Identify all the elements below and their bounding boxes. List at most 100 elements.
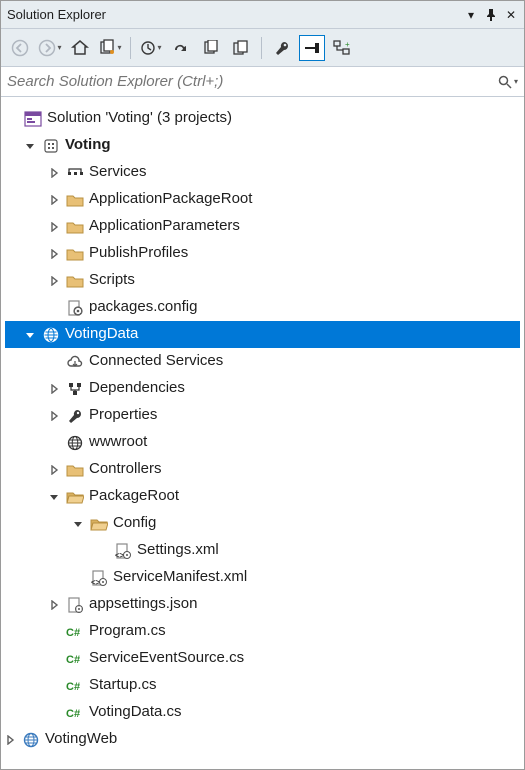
tree-item[interactable]: Controllers <box>5 456 520 483</box>
close-icon[interactable]: ✕ <box>504 8 518 22</box>
tree-item[interactable]: PackageRoot <box>5 483 520 510</box>
switch-views-button[interactable]: ▾ <box>97 35 123 61</box>
sync-button[interactable] <box>168 35 194 61</box>
pending-changes-filter-button[interactable]: ▾ <box>138 35 164 61</box>
nav-back-button[interactable] <box>7 35 33 61</box>
tree-item-label: wwwroot <box>89 434 155 451</box>
tree-item[interactable]: <>Settings.xml <box>5 537 520 564</box>
tree-item[interactable]: Connected Services <box>5 348 520 375</box>
expand-arrow-icon[interactable] <box>49 384 65 394</box>
toolbar: ▾ ▾ ▾ + <box>1 29 524 67</box>
toolbar-separator <box>130 37 131 59</box>
wrench-icon <box>65 406 85 426</box>
expand-arrow-icon[interactable] <box>5 735 21 745</box>
expand-arrow-icon[interactable] <box>49 195 65 205</box>
tree-item[interactable]: Services <box>5 159 520 186</box>
home-button[interactable] <box>67 35 93 61</box>
tree-item[interactable]: C#Startup.cs <box>5 672 520 699</box>
svg-text:+: + <box>345 40 350 49</box>
tree-item-label: Scripts <box>89 272 143 289</box>
toolbar-separator <box>261 37 262 59</box>
web-project-icon <box>21 730 41 750</box>
tree-item[interactable]: C# ServiceEventSource.cs <box>5 645 520 672</box>
tree-item[interactable]: ApplicationParameters <box>5 213 520 240</box>
show-all-files-button[interactable] <box>228 35 254 61</box>
deps-icon <box>65 379 85 399</box>
tree-item-label: ApplicationPackageRoot <box>89 191 260 208</box>
tree-item[interactable]: VotingData <box>5 321 520 348</box>
tree-item-label: ServiceEventSource.cs <box>89 650 252 667</box>
cs-icon: C# <box>65 676 85 696</box>
tree-item[interactable]: <>ServiceManifest.xml <box>5 564 520 591</box>
folder-icon <box>65 460 85 480</box>
tree-item-label: ServiceManifest.xml <box>113 569 255 586</box>
solution-icon <box>23 109 43 129</box>
config-icon <box>65 298 85 318</box>
search-icon[interactable]: ▾ <box>498 75 518 89</box>
tree-item-label: VotingData.cs <box>89 704 190 721</box>
tree-item[interactable]: Properties <box>5 402 520 429</box>
tree-item-label: VotingData <box>65 326 146 343</box>
tree-item[interactable]: C# VotingData.cs <box>5 699 520 726</box>
tree-item-label: Config <box>113 515 164 532</box>
tree-item-label: Settings.xml <box>137 542 227 559</box>
tree-item[interactable]: C# Program.cs <box>5 618 520 645</box>
tree-item-label: packages.config <box>89 299 205 316</box>
collapse-arrow-icon[interactable] <box>25 141 41 151</box>
panel-title: Solution Explorer <box>7 7 464 22</box>
tree-item[interactable]: Voting <box>5 132 520 159</box>
tree-item-label: Connected Services <box>89 353 231 370</box>
xml-icon: <> <box>89 568 109 588</box>
tree-item[interactable]: Scripts <box>5 267 520 294</box>
folder-icon <box>65 190 85 210</box>
tree-item[interactable]: Config <box>5 510 520 537</box>
titlebar: Solution Explorer ▾ ✕ <box>1 1 524 29</box>
expand-arrow-icon[interactable] <box>49 276 65 286</box>
folder-icon <box>65 217 85 237</box>
svg-text:C#: C# <box>66 627 80 639</box>
svg-text:C#: C# <box>66 708 80 720</box>
folder-open-icon <box>89 514 109 534</box>
expand-arrow-icon[interactable] <box>49 465 65 475</box>
expand-arrow-icon[interactable] <box>49 222 65 232</box>
folder-open-icon <box>65 487 85 507</box>
preview-selected-items-button[interactable] <box>299 35 325 61</box>
expand-arrow-icon[interactable] <box>49 411 65 421</box>
tree-item-label: Properties <box>89 407 165 424</box>
tree-item-label: VotingWeb <box>45 731 125 748</box>
svg-text:C#: C# <box>66 654 80 666</box>
solution-tree[interactable]: Solution 'Voting' (3 projects) VotingSer… <box>1 97 524 769</box>
window-controls: ▾ ✕ <box>464 8 518 22</box>
tree-item[interactable]: appsettings.json <box>5 591 520 618</box>
collapse-arrow-icon[interactable] <box>73 519 89 529</box>
globe-icon <box>65 433 85 453</box>
services-icon <box>65 163 85 183</box>
properties-button[interactable] <box>269 35 295 61</box>
cloud-icon <box>65 352 85 372</box>
nav-forward-button[interactable]: ▾ <box>37 35 63 61</box>
window-menu-icon[interactable]: ▾ <box>464 8 478 22</box>
tree-item[interactable]: Dependencies <box>5 375 520 402</box>
expand-arrow-icon[interactable] <box>49 600 65 610</box>
tree-item-label: PublishProfiles <box>89 245 196 262</box>
solution-node[interactable]: Solution 'Voting' (3 projects) <box>5 105 520 132</box>
tree-item-label: Dependencies <box>89 380 193 397</box>
tree-item[interactable]: ApplicationPackageRoot <box>5 186 520 213</box>
view-class-diagram-button[interactable]: + <box>329 35 355 61</box>
expand-arrow-icon[interactable] <box>49 168 65 178</box>
pin-icon[interactable] <box>484 8 498 22</box>
tree-item-label: Startup.cs <box>89 677 165 694</box>
search-input[interactable] <box>7 73 498 90</box>
folder-icon <box>65 244 85 264</box>
tree-item-label: Program.cs <box>89 623 174 640</box>
collapse-arrow-icon[interactable] <box>49 492 65 502</box>
collapse-all-button[interactable] <box>198 35 224 61</box>
tree-item-label: PackageRoot <box>89 488 187 505</box>
cs-icon: C# <box>65 703 85 723</box>
tree-item[interactable]: packages.config <box>5 294 520 321</box>
tree-item[interactable]: wwwroot <box>5 429 520 456</box>
collapse-arrow-icon[interactable] <box>25 330 41 340</box>
tree-item[interactable]: VotingWeb <box>5 726 520 753</box>
expand-arrow-icon[interactable] <box>49 249 65 259</box>
tree-item[interactable]: PublishProfiles <box>5 240 520 267</box>
